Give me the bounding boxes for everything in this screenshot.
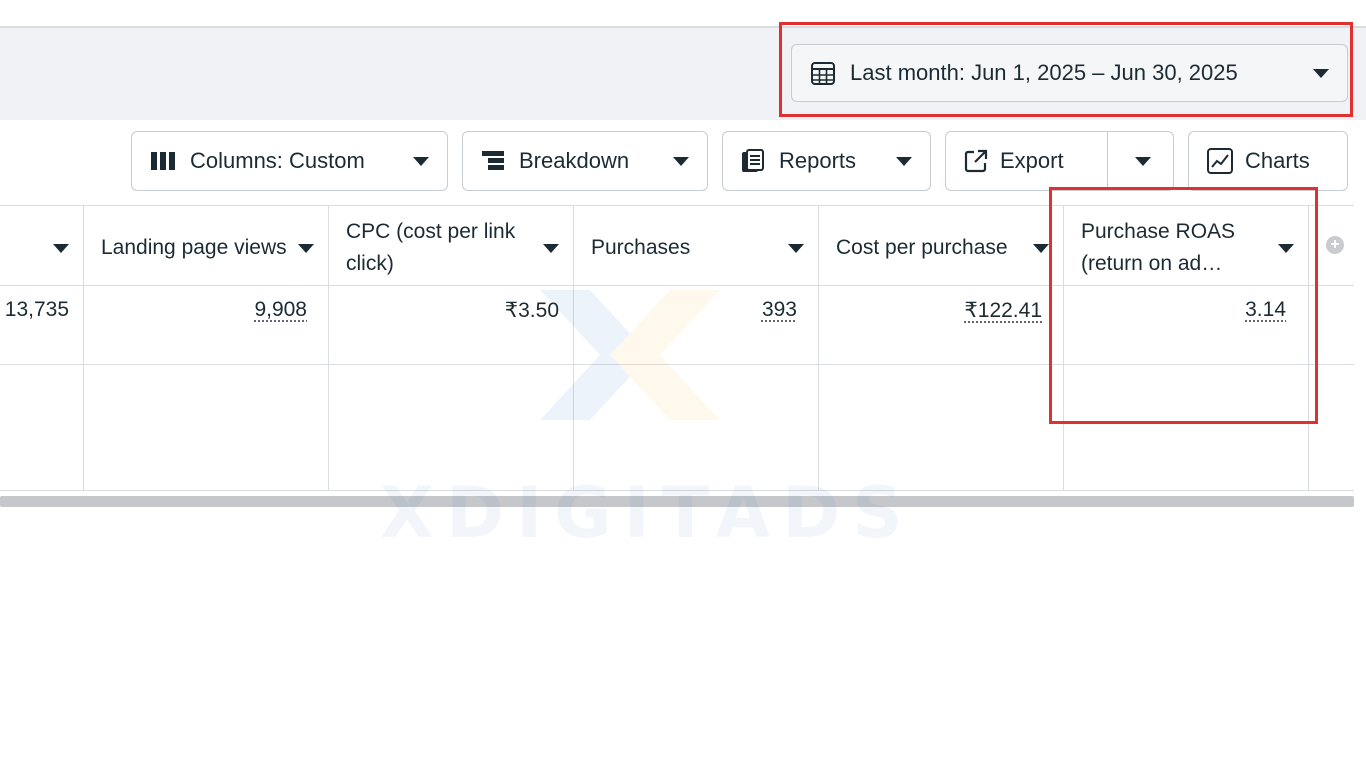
- export-split-divider: [1107, 131, 1108, 191]
- column-divider: [83, 205, 84, 490]
- export-button[interactable]: Export: [945, 131, 1174, 191]
- breakdown-label: Breakdown: [519, 148, 630, 173]
- chevron-down-icon: [1313, 68, 1329, 78]
- columns-icon: [151, 152, 175, 170]
- sort-chevron-icon[interactable]: [1033, 244, 1049, 253]
- column-header-label: CPC (cost per link click): [346, 220, 516, 275]
- breakdown-button[interactable]: Breakdown: [462, 131, 708, 191]
- column-header-landing-page-views[interactable]: Landing page views: [101, 216, 328, 280]
- column-divider: [328, 205, 329, 490]
- calendar-icon: [811, 62, 835, 85]
- column-header-label: Purchase ROAS (return on ad…: [1081, 220, 1236, 275]
- table-cell[interactable]: 393: [762, 298, 797, 322]
- chevron-down-icon: [896, 156, 912, 166]
- table-cell: 13,735: [4, 298, 69, 321]
- date-range-label: Last month: Jun 1, 2025 – Jun 30, 2025: [850, 60, 1238, 85]
- table-cell[interactable]: 9,908: [254, 298, 307, 322]
- column-header-label: Cost per purchase: [836, 236, 1008, 259]
- date-range-picker[interactable]: Last month: Jun 1, 2025 – Jun 30, 2025: [791, 44, 1348, 102]
- charts-button[interactable]: Charts: [1188, 131, 1348, 191]
- column-divider: [1308, 205, 1309, 490]
- sort-chevron-icon[interactable]: [788, 244, 804, 253]
- column-header-truncated[interactable]: [0, 216, 83, 280]
- charts-label: Charts: [1245, 148, 1310, 173]
- add-column-icon[interactable]: +: [1326, 236, 1344, 254]
- chevron-down-icon: [413, 156, 429, 166]
- column-header-label: Landing page views: [101, 236, 287, 259]
- table-cell[interactable]: 3.14: [1245, 298, 1286, 322]
- table-cell[interactable]: ₹122.41: [964, 298, 1042, 323]
- sort-chevron-icon[interactable]: [543, 244, 559, 253]
- watermark-text: XDIGITADS: [380, 472, 915, 554]
- export-icon: [964, 149, 988, 173]
- export-label: Export: [1000, 148, 1064, 173]
- column-header-label: Purchases: [591, 236, 691, 259]
- reports-button[interactable]: Reports: [722, 131, 931, 191]
- columns-label: Columns: Custom: [190, 148, 365, 173]
- sort-chevron-icon[interactable]: [53, 244, 69, 253]
- sort-chevron-icon[interactable]: [298, 244, 314, 253]
- column-divider: [1063, 205, 1064, 490]
- chart-line-icon: [1207, 148, 1233, 174]
- column-header-cost-per-purchase[interactable]: Cost per purchase: [836, 216, 1063, 280]
- columns-button[interactable]: Columns: Custom: [131, 131, 448, 191]
- reports-icon: [742, 149, 764, 172]
- table-top-border: [0, 205, 1354, 206]
- watermark-logo: [540, 290, 720, 420]
- chevron-down-icon: [673, 156, 689, 166]
- column-header-purchase-roas[interactable]: Purchase ROAS (return on ad…: [1081, 216, 1308, 280]
- sort-chevron-icon[interactable]: [1278, 244, 1294, 253]
- export-options-chevron-icon[interactable]: [1135, 156, 1151, 166]
- column-divider: [818, 205, 819, 490]
- breakdown-icon: [482, 151, 504, 170]
- reports-label: Reports: [779, 148, 857, 173]
